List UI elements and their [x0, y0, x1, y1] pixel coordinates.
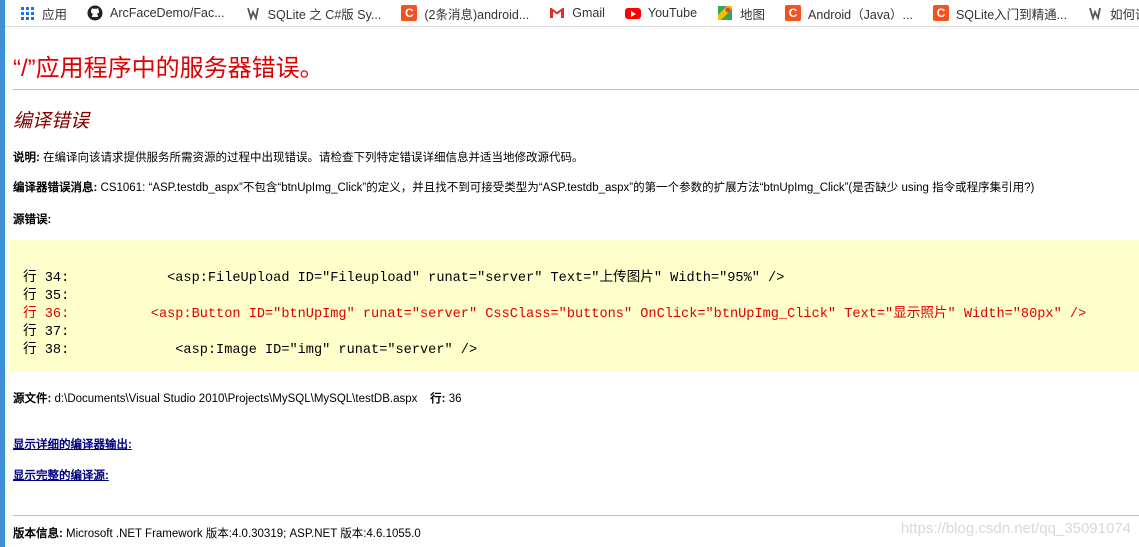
bookmark-label: SQLite 之 C#版 Sy... — [267, 7, 382, 22]
bookmark-apps[interactable]: 应用 — [19, 4, 67, 23]
source-error-line: 源错误: — [13, 211, 51, 227]
source-file-path: d:\Documents\Visual Studio 2010\Projects… — [51, 393, 418, 405]
bookmark-csdn-android[interactable]: C (2条消息)android... — [401, 4, 529, 23]
compiler-message-text: CS1061: “ASP.testdb_aspx”不包含“btnUpImg_Cl… — [97, 182, 1035, 194]
csdn-icon: C — [785, 5, 802, 21]
bookmark-maps[interactable]: 地图 — [717, 4, 765, 23]
github-icon — [87, 5, 103, 21]
gmail-icon — [549, 5, 565, 21]
description-text: 在编译向该请求提供服务所需资源的过程中出现错误。请检查下列特定错误详细信息并适当… — [39, 152, 584, 164]
bookmark-label: (2条消息)android... — [424, 7, 530, 22]
bookmark-label: Android（Java）... — [808, 7, 913, 22]
title-divider — [13, 89, 1139, 90]
source-code-block: 行 34: <asp:FileUpload ID="Fileupload" ru… — [10, 240, 1139, 372]
bookmark-android-java[interactable]: C Android（Java）... — [785, 4, 913, 23]
compiler-message-label: 编译器错误消息: — [13, 182, 98, 194]
version-info-line: 版本信息: Microsoft .NET Framework 版本:4.0.30… — [13, 525, 421, 541]
code-line: 行 34: <asp:FileUpload ID="Fileupload" ru… — [23, 271, 785, 286]
page-title: “/”应用程序中的服务器错误。 — [13, 55, 324, 82]
version-info-label: 版本信息: — [13, 528, 63, 540]
version-info-text: Microsoft .NET Framework 版本:4.0.30319; A… — [62, 528, 421, 540]
description-label: 说明: — [13, 152, 40, 164]
source-file-line: 源文件: d:\Documents\Visual Studio 2010\Pro… — [13, 390, 462, 406]
bookmark-sqlite-csharp[interactable]: SQLite 之 C#版 Sy... — [245, 4, 382, 23]
source-file-label: 源文件: — [13, 393, 52, 405]
bookmark-label: YouTube — [647, 6, 698, 20]
code-line-error: 行 36: <asp:Button ID="btnUpImg" runat="s… — [23, 307, 1087, 322]
show-compiler-output-link[interactable]: 显示详细的编译器输出: — [13, 436, 132, 452]
csdn-icon: C — [932, 5, 949, 21]
bookmark-label: SQLite入门到精通... — [955, 7, 1068, 22]
bookmark-youtube[interactable]: YouTube — [624, 5, 698, 21]
maps-icon — [717, 5, 733, 21]
code-line: 行 38: <asp:Image ID="img" runat="server"… — [23, 343, 478, 358]
description-line: 说明: 在编译向该请求提供服务所需资源的过程中出现错误。请检查下列特定错误详细信… — [13, 149, 584, 165]
source-error-label: 源错误: — [13, 214, 52, 226]
youtube-icon — [624, 5, 641, 21]
line-number-label: 行: — [430, 393, 446, 405]
show-full-source-link[interactable]: 显示完整的编译源: — [13, 467, 109, 483]
apps-grid-icon — [19, 5, 35, 21]
footer-divider — [13, 515, 1139, 516]
bookmark-debug-java[interactable]: 如何调试Ja — [1087, 4, 1139, 23]
compiler-message-line: 编译器错误消息: CS1061: “ASP.testdb_aspx”不包含“bt… — [13, 179, 1034, 195]
csdn-watermark: https://blog.csdn.net/qq_35091074 — [900, 520, 1131, 537]
sqlite-icon — [245, 5, 261, 21]
sqlite-icon — [1087, 5, 1103, 21]
bookmark-label: 应用 — [42, 7, 68, 22]
bookmark-sqlite-tutorial[interactable]: C SQLite入门到精通... — [932, 4, 1068, 23]
error-page: “/”应用程序中的服务器错误。 编译错误 说明: 在编译向该请求提供服务所需资源… — [5, 28, 1139, 547]
code-line: 行 35: — [23, 289, 78, 304]
csdn-icon: C — [401, 5, 418, 21]
code-line: 行 37: — [23, 325, 78, 340]
line-number-value: 36 — [445, 393, 462, 405]
bookmark-arcface[interactable]: ArcFaceDemo/Fac... — [87, 5, 225, 21]
error-type-heading: 编译错误 — [13, 111, 90, 132]
bookmark-label: ArcFaceDemo/Fac... — [110, 6, 225, 20]
bookmark-label: Gmail — [572, 6, 605, 20]
bookmark-label: 地图 — [740, 7, 766, 22]
bookmark-label: 如何调试Ja — [1110, 7, 1139, 22]
bookmark-gmail[interactable]: Gmail — [549, 5, 605, 21]
bookmarks-bar: 应用 ArcFaceDemo/Fac... SQLite 之 C#版 Sy...… — [5, 0, 1139, 27]
